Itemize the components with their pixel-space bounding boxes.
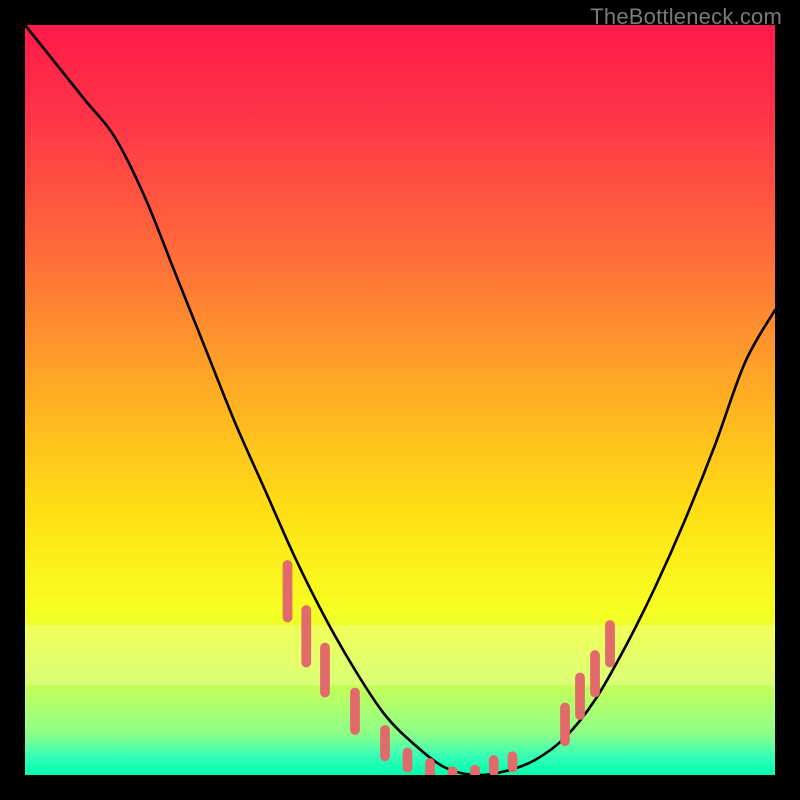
background-gradient [25, 25, 775, 775]
app-frame: TheBottleneck.com [0, 0, 800, 800]
pale-band [25, 625, 775, 685]
watermark-label: TheBottleneck.com [590, 4, 782, 30]
plot-area [25, 25, 775, 775]
